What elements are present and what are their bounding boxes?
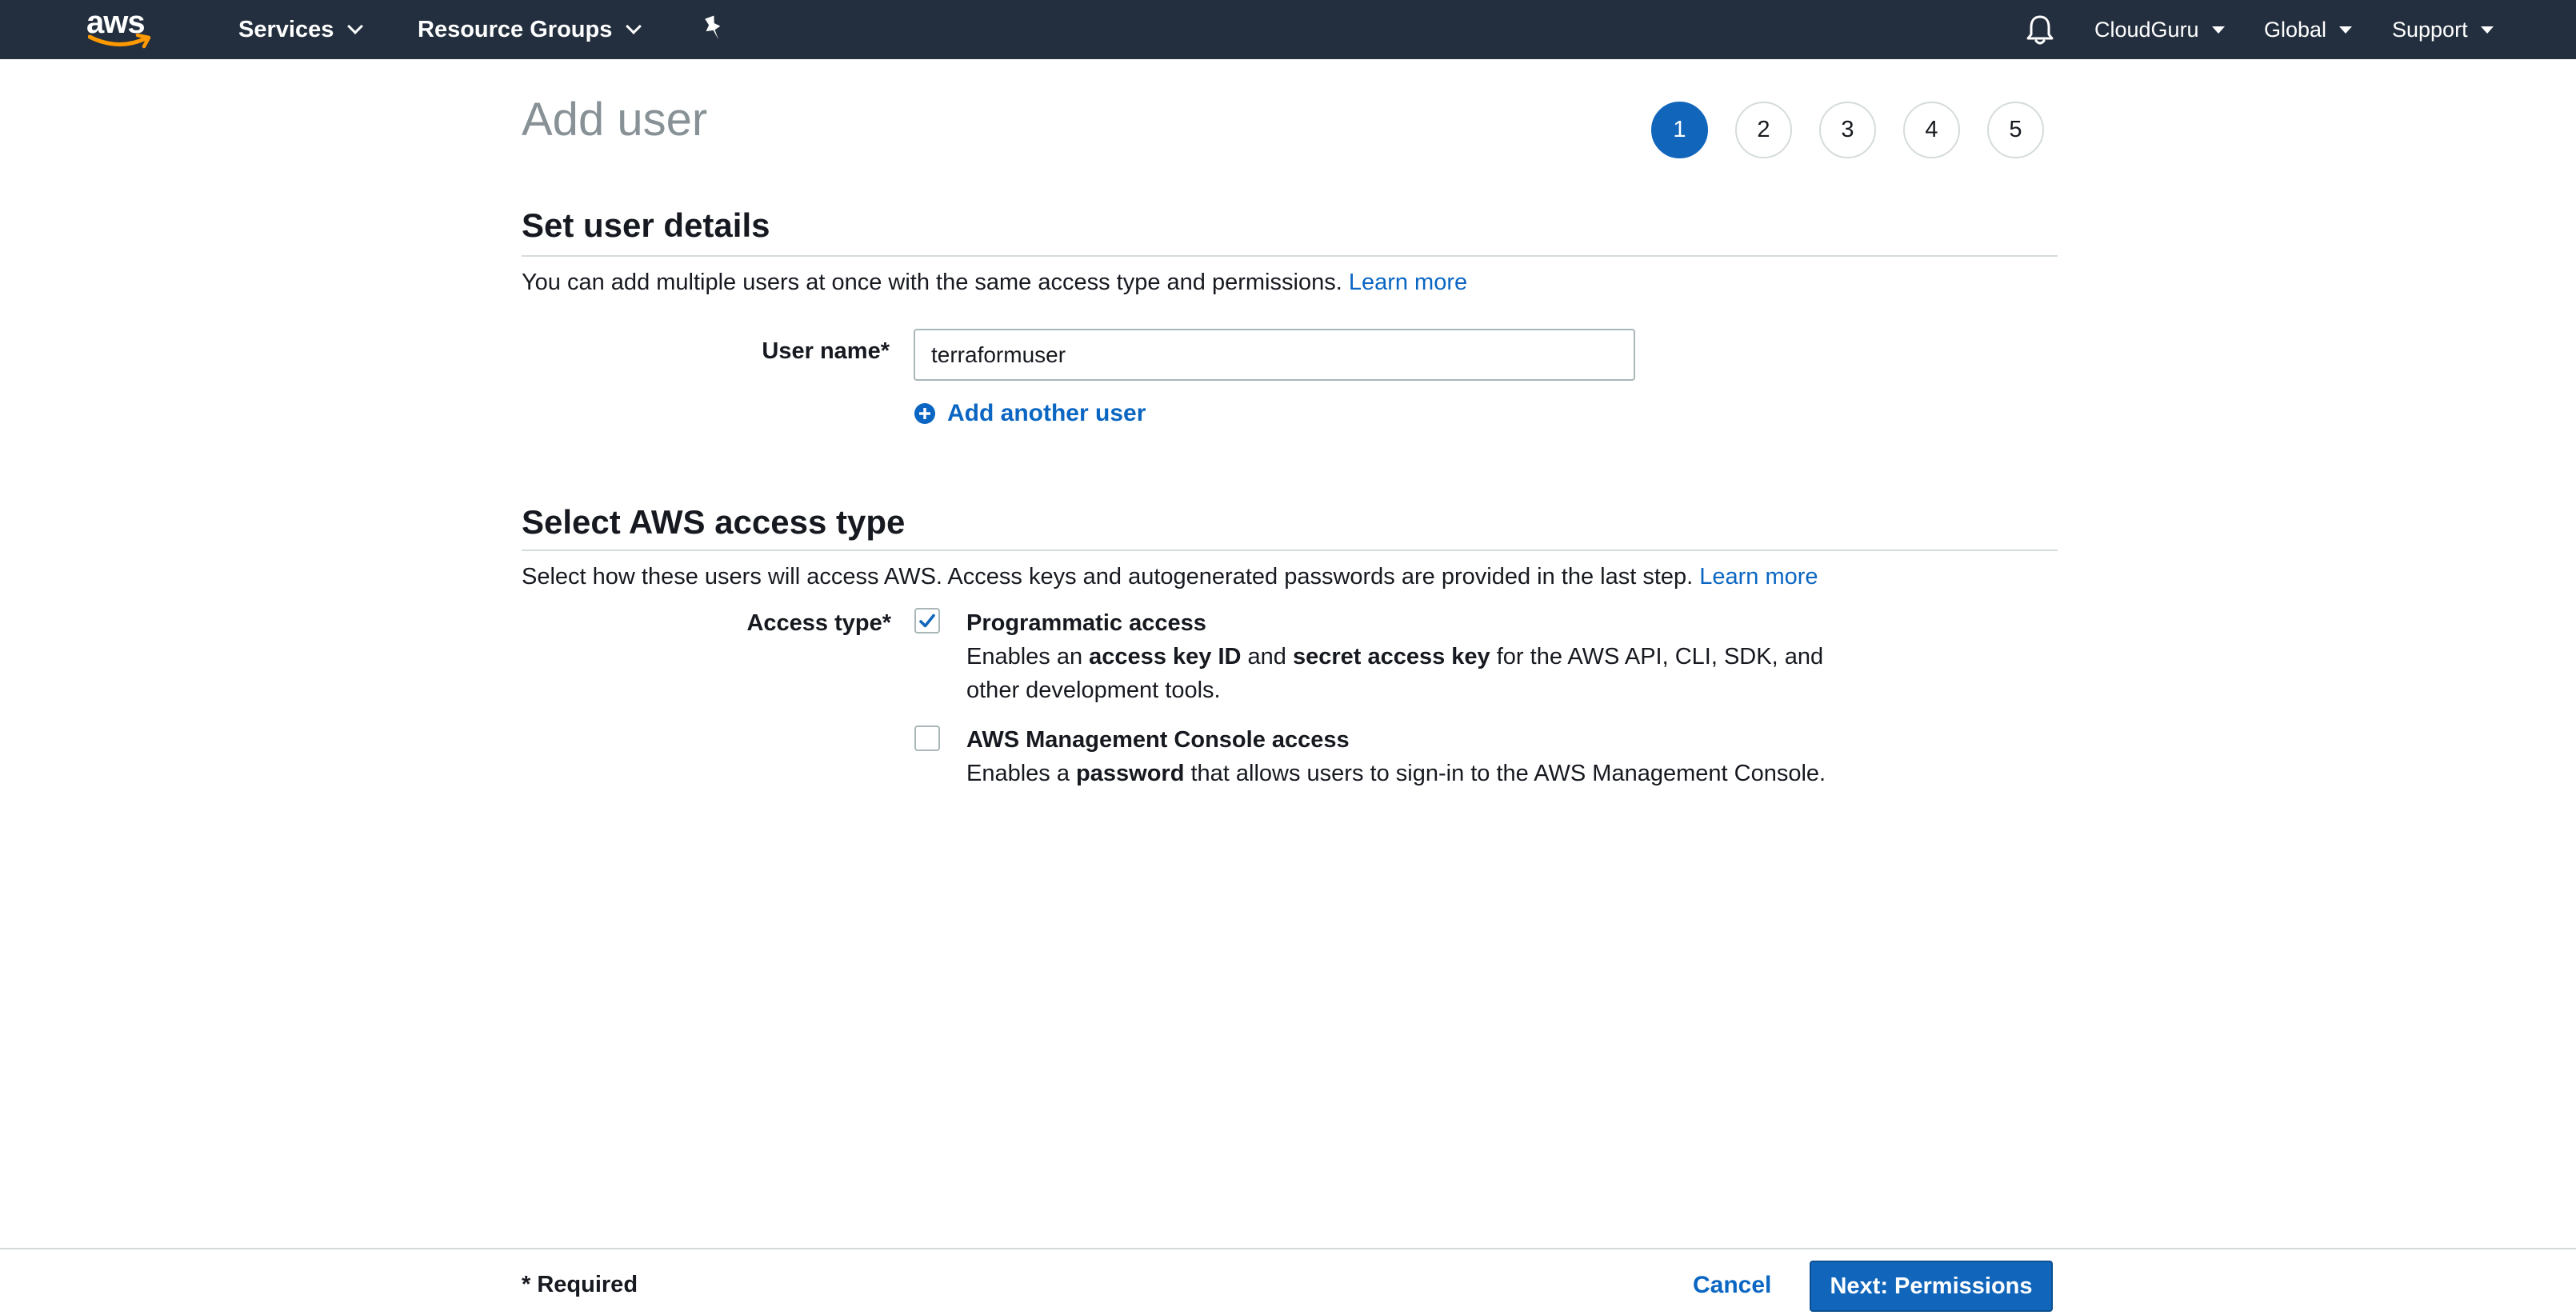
console-access-checkbox[interactable] bbox=[914, 725, 940, 751]
divider bbox=[522, 255, 2058, 257]
page-title: Add user bbox=[522, 94, 708, 146]
step-4[interactable]: 4 bbox=[1903, 102, 1960, 158]
caret-down-icon bbox=[2211, 26, 2225, 34]
divider bbox=[522, 550, 2058, 551]
checkmark-icon bbox=[919, 614, 935, 628]
user-name-input[interactable] bbox=[914, 329, 1635, 381]
section-title-access-type: Select AWS access type bbox=[522, 503, 906, 541]
wizard-steps: 1 2 3 4 5 bbox=[1651, 102, 2044, 158]
section-title-user-details: Set user details bbox=[522, 206, 770, 244]
programmatic-access-checkbox[interactable] bbox=[914, 608, 940, 634]
region-menu[interactable]: Global bbox=[2264, 0, 2353, 59]
pin-icon[interactable] bbox=[699, 14, 726, 43]
account-menu[interactable]: CloudGuru bbox=[2094, 0, 2225, 59]
step-5[interactable]: 5 bbox=[1987, 102, 2044, 158]
programmatic-access-title: Programmatic access bbox=[966, 610, 1206, 636]
step-3[interactable]: 3 bbox=[1819, 102, 1876, 158]
chevron-down-icon bbox=[626, 18, 642, 34]
chevron-down-icon bbox=[347, 18, 364, 34]
learn-more-link[interactable]: Learn more bbox=[1349, 270, 1467, 295]
cancel-button[interactable]: Cancel bbox=[1693, 1272, 1771, 1299]
programmatic-access-description: Enables an access key ID and secret acce… bbox=[966, 644, 1824, 703]
step-2[interactable]: 2 bbox=[1735, 102, 1792, 158]
add-another-user-button[interactable]: Add another user bbox=[914, 400, 1146, 427]
top-navigation-bar: aws Services Resource Groups CloudGuru G… bbox=[0, 0, 2576, 59]
step-1[interactable]: 1 bbox=[1651, 102, 1708, 158]
user-name-label: User name* bbox=[762, 338, 890, 364]
support-menu[interactable]: Support bbox=[2392, 0, 2494, 59]
next-permissions-button[interactable]: Next: Permissions bbox=[1810, 1261, 2053, 1312]
console-access-description: Enables a password that allows users to … bbox=[966, 761, 1826, 786]
console-access-title: AWS Management Console access bbox=[966, 727, 1350, 753]
resource-groups-menu[interactable]: Resource Groups bbox=[418, 0, 642, 59]
aws-logo[interactable]: aws bbox=[86, 5, 154, 53]
aws-smile-icon bbox=[88, 34, 151, 49]
caret-down-icon bbox=[2339, 26, 2353, 34]
required-note: * Required bbox=[522, 1272, 638, 1297]
bell-icon[interactable] bbox=[2024, 13, 2056, 46]
services-menu[interactable]: Services bbox=[238, 0, 364, 59]
access-type-description: Select how these users will access AWS. … bbox=[522, 564, 1818, 590]
user-details-description: You can add multiple users at once with … bbox=[522, 270, 1468, 295]
plus-circle-icon bbox=[914, 403, 935, 424]
caret-down-icon bbox=[2480, 26, 2494, 34]
access-type-label: Access type* bbox=[746, 610, 891, 636]
learn-more-link[interactable]: Learn more bbox=[1699, 564, 1818, 590]
wizard-footer: * Required Cancel Next: Permissions bbox=[0, 1248, 2576, 1315]
